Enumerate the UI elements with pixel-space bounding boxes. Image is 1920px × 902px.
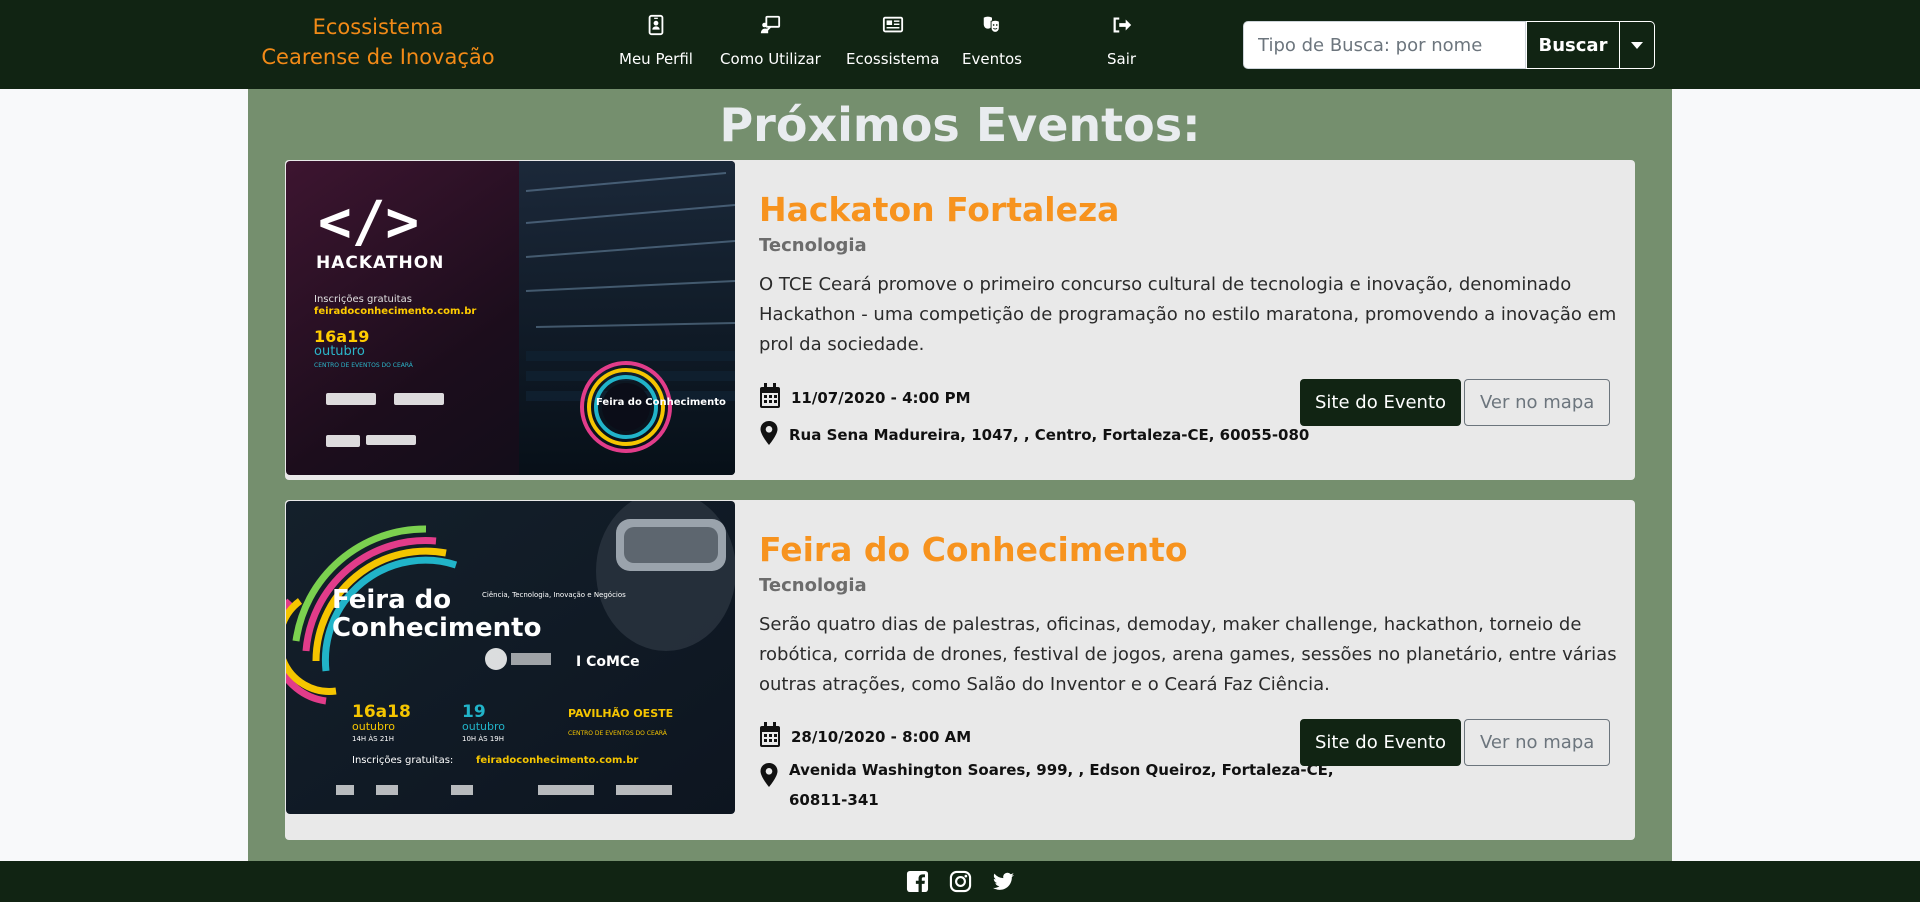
caret-down-icon — [1631, 41, 1643, 49]
site-text: feiradoconhecimento.com.br — [314, 306, 476, 317]
logo-text: Feira do Conhecimento — [596, 397, 726, 408]
event-address: Rua Sena Madureira, 1047, , Centro, Fort… — [759, 420, 1309, 450]
feira-title-1: Feira do — [332, 585, 451, 615]
event-card: Feira do Conhecimento Ciência, Tecnologi… — [285, 500, 1635, 840]
place-text: PAVILHÃO OESTE — [568, 707, 673, 720]
address-line-1: Avenida Washington Soares, 999, , Edson … — [789, 761, 1334, 779]
feira-subtitle: Ciência, Tecnologia, Inovação e Negócios — [482, 591, 626, 599]
nav-ecossistema[interactable]: Ecossistema — [846, 14, 939, 68]
theater-masks-icon — [983, 16, 1000, 33]
map-marker-icon — [760, 763, 778, 787]
twitter-icon[interactable] — [992, 870, 1015, 893]
view-on-map-button[interactable]: Ver no mapa — [1464, 719, 1611, 766]
brand-line-2: Cearense de Inovação — [261, 45, 495, 69]
event-site-button[interactable]: Site do Evento — [1300, 379, 1462, 426]
event-card-body: Hackaton Fortaleza Tecnologia O TCE Cear… — [759, 160, 1616, 360]
top-navbar: Ecossistema Cearense de Inovação Meu Per… — [0, 0, 1920, 89]
inscricoes-text: Inscrições gratuitas — [314, 294, 412, 305]
footer — [0, 861, 1920, 902]
calendar-icon — [760, 722, 780, 747]
search-group: Buscar — [1243, 21, 1655, 69]
event-date: 28/10/2020 - 8:00 AM — [759, 722, 971, 752]
page-title: Próximos Eventos: — [719, 98, 1201, 152]
map-marker-icon — [760, 421, 778, 445]
month-1: outubro — [352, 720, 395, 733]
search-type-dropdown[interactable] — [1619, 21, 1655, 69]
nav-meu-perfil[interactable]: Meu Perfil — [619, 14, 693, 68]
event-banner-image[interactable]: </> HACKATHON Inscrições gratuitas feira… — [286, 161, 735, 475]
search-input[interactable] — [1243, 21, 1526, 69]
event-card: </> HACKATHON Inscrições gratuitas feira… — [285, 160, 1635, 480]
venue-text: CENTRO DE EVENTOS DO CEARÁ — [314, 362, 414, 369]
facebook-icon[interactable] — [906, 870, 929, 893]
event-date: 11/07/2020 - 4:00 PM — [759, 383, 971, 413]
nav-eventos[interactable]: Eventos — [962, 14, 1022, 68]
feira-title-2: Conhecimento — [332, 613, 541, 643]
calendar-icon — [760, 383, 780, 408]
view-on-map-button[interactable]: Ver no mapa — [1464, 379, 1611, 426]
event-address-text: Avenida Washington Soares, 999, , Edson … — [789, 755, 1334, 815]
instagram-icon[interactable] — [949, 870, 972, 893]
month-2: outubro — [462, 720, 505, 733]
inscricoes-text: Inscrições gratuitas: — [352, 755, 453, 766]
event-card-body: Feira do Conhecimento Tecnologia Serão q… — [759, 500, 1617, 700]
brand-logo[interactable]: Ecossistema Cearense de Inovação — [258, 12, 498, 72]
event-description: Serão quatro dias de palestras, oficinas… — [759, 614, 1617, 695]
event-datetime: 11/07/2020 - 4:00 PM — [791, 389, 971, 407]
month-text: outubro — [314, 344, 365, 359]
events-section: Próximos Eventos: </> HACKATHON Inscriçõ… — [248, 89, 1672, 861]
dates-1: 16a18 — [352, 702, 411, 722]
event-site-button[interactable]: Site do Evento — [1300, 719, 1462, 766]
site-text: feiradoconhecimento.com.br — [476, 755, 638, 766]
brand-line-1: Ecossistema — [312, 15, 444, 39]
nav-label: Sair — [1107, 50, 1137, 68]
newspaper-icon — [882, 16, 903, 33]
event-title[interactable]: Feira do Conhecimento — [759, 530, 1611, 570]
event-category: Tecnologia — [759, 575, 867, 596]
event-banner-image[interactable]: Feira do Conhecimento Ciência, Tecnologi… — [286, 501, 735, 814]
nav-label: Como Utilizar — [720, 50, 821, 68]
sign-out-icon — [1113, 17, 1131, 33]
nav-label: Ecossistema — [846, 50, 940, 68]
hackathon-heading: HACKATHON — [316, 253, 444, 273]
address-line-2: 60811-341 — [789, 791, 879, 809]
place-text-2: CENTRO DE EVENTOS DO CEARÁ — [568, 730, 668, 737]
search-button[interactable]: Buscar — [1526, 21, 1619, 69]
event-title[interactable]: Hackaton Fortaleza — [759, 190, 1611, 230]
hours-2: 10H ÀS 19H — [462, 734, 504, 743]
address-line-1: Rua Sena Madureira, 1047, , Centro, Fort… — [789, 426, 1310, 444]
event-address-text: Rua Sena Madureira, 1047, , Centro, Fort… — [789, 420, 1309, 450]
partner-logo: I CoMCe — [576, 654, 640, 670]
hours-1: 14H ÀS 21H — [352, 734, 394, 743]
event-description: O TCE Ceará promove o primeiro concurso … — [759, 274, 1617, 355]
event-datetime: 28/10/2020 - 8:00 AM — [791, 728, 972, 746]
nav-label: Eventos — [962, 50, 1022, 68]
code-symbol: </> — [318, 190, 419, 255]
chalkboard-teacher-icon — [761, 15, 781, 34]
event-address: Avenida Washington Soares, 999, , Edson … — [759, 755, 1334, 815]
nav-sair[interactable]: Sair — [1107, 14, 1136, 68]
id-badge-icon — [648, 14, 664, 36]
nav-como-utilizar[interactable]: Como Utilizar — [720, 14, 821, 68]
dates-2: 19 — [462, 702, 486, 722]
event-category: Tecnologia — [759, 235, 867, 256]
nav-label: Meu Perfil — [619, 50, 693, 68]
